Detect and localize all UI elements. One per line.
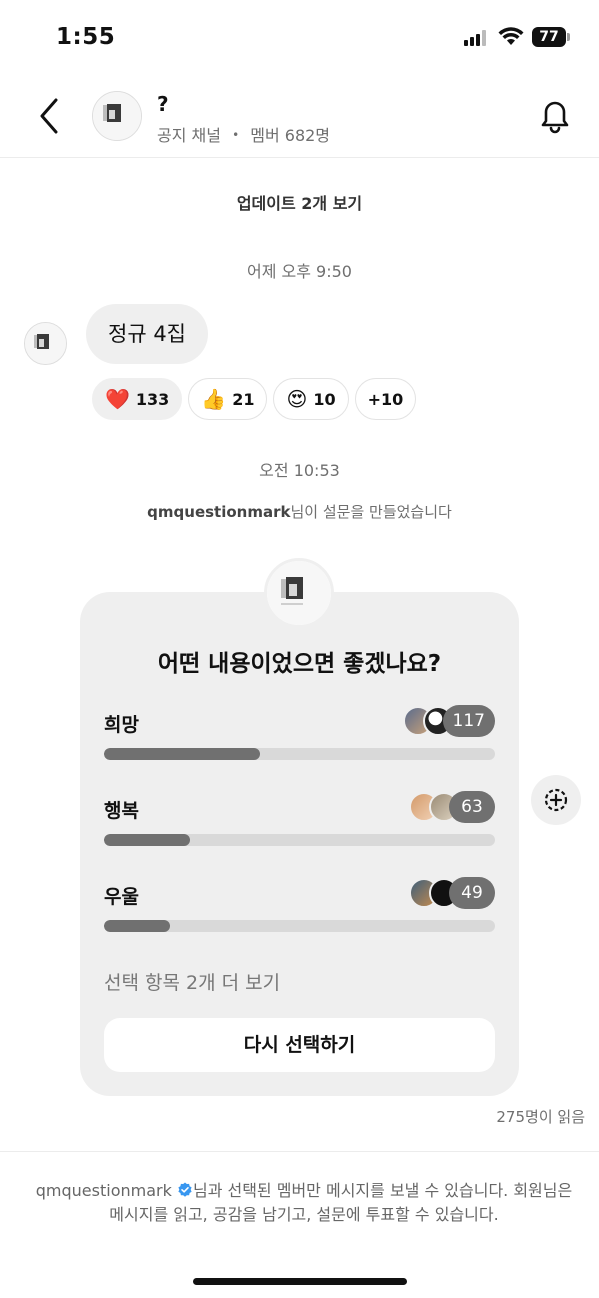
reaction-count: 133: [135, 389, 170, 409]
channel-title[interactable]: ?: [157, 92, 169, 116]
poll-created-notice: qmquestionmark님이 설문을 만들었습니다: [0, 501, 599, 522]
reaction-thumbs-up[interactable]: 👍 21: [188, 378, 268, 420]
status-bar: 1:55 77: [0, 0, 599, 76]
poll-option-fill: [104, 834, 191, 846]
poll-option-fill: [104, 748, 261, 760]
channel-footer: qmquestionmark 님과 선택된 멤버만 메시지를 보낼 수 있습니다…: [0, 1151, 599, 1298]
poll-option-label: 행복: [104, 800, 139, 822]
channel-header: ? 공지 채널 • 멤버 682명: [0, 76, 599, 158]
reaction-heart[interactable]: ❤️ 133: [92, 378, 183, 420]
album-cover-thumbnail: [267, 561, 331, 625]
voter-avatars: 63: [409, 790, 495, 824]
poll-option-bar: [104, 920, 495, 932]
voter-avatars: 49: [409, 876, 495, 910]
revote-button[interactable]: 다시 선택하기: [104, 1018, 495, 1072]
poll-option[interactable]: 희망 117: [104, 704, 495, 774]
heart-eyes-emoji-icon: 😍: [286, 387, 308, 411]
wifi-icon: [498, 27, 524, 45]
poll-timestamp: 오전 10:53: [259, 461, 340, 480]
battery-icon: 77: [532, 27, 570, 47]
poll-option-bar: [104, 834, 495, 846]
footer-creator-name[interactable]: qmquestionmark: [36, 1181, 172, 1200]
heart-emoji-icon: ❤️: [105, 387, 130, 411]
cellular-signal-icon: [464, 30, 490, 46]
bell-icon[interactable]: [535, 96, 575, 136]
back-button[interactable]: [32, 94, 68, 138]
poll-option[interactable]: 행복 63: [104, 790, 495, 860]
poll-option-count: 63: [449, 791, 495, 823]
poll-creator-name[interactable]: qmquestionmark: [147, 503, 290, 521]
poll-option-fill: [104, 920, 171, 932]
album-cover-thumbnail: [93, 92, 141, 140]
poll-option-label: 우울: [104, 886, 139, 908]
battery-level: 77: [532, 27, 566, 47]
read-count: 275명이 읽음: [496, 1108, 585, 1126]
member-count: 멤버 682명: [250, 126, 331, 145]
poll-option-label: 희망: [104, 714, 139, 736]
poll-option-bar: [104, 748, 495, 760]
channel-avatar[interactable]: [92, 91, 142, 141]
message-timestamp: 어제 오후 9:50: [247, 262, 352, 281]
reaction-heart-eyes[interactable]: 😍 10: [273, 378, 349, 420]
album-cover-thumbnail: [25, 323, 66, 364]
more-options-link[interactable]: 선택 항목 2개 더 보기: [104, 968, 280, 995]
home-indicator: [193, 1278, 407, 1285]
reaction-bar: ❤️ 133 👍 21 😍 10 +10: [92, 378, 417, 420]
verified-badge-icon: [178, 1182, 192, 1197]
poll-option-count: 117: [442, 705, 495, 737]
poll-question: 어떤 내용이었으면 좋겠나요?: [157, 651, 442, 677]
reaction-more[interactable]: +10: [354, 378, 417, 420]
poll-notice-text: 님이 설문을 만들었습니다: [290, 503, 452, 521]
subtitle-separator: •: [232, 128, 240, 142]
channel-type: 공지 채널: [157, 126, 221, 145]
status-time: 1:55: [56, 24, 116, 50]
message-bubble[interactable]: 정규 4집: [86, 304, 208, 364]
channel-permission-notice: qmquestionmark 님과 선택된 멤버만 메시지를 보낼 수 있습니다…: [34, 1179, 574, 1227]
sender-avatar[interactable]: [24, 322, 67, 365]
poll-option-count: 49: [449, 877, 495, 909]
add-reaction-icon[interactable]: [531, 775, 581, 825]
view-updates-link[interactable]: 업데이트 2개 보기: [0, 190, 599, 214]
poll-option[interactable]: 우울 49: [104, 876, 495, 946]
channel-subtitle: 공지 채널 • 멤버 682명: [157, 122, 330, 146]
more-reactions-count: +10: [367, 389, 404, 409]
thumbs-up-emoji-icon: 👍: [201, 387, 227, 411]
reaction-count: 10: [313, 389, 336, 409]
poll-creator-avatar[interactable]: [264, 558, 334, 628]
poll-card: 어떤 내용이었으면 좋겠나요? 희망 117 행복 63 우울 49 선택 항목…: [80, 592, 519, 1096]
reaction-count: 21: [232, 389, 255, 409]
voter-avatars: 117: [402, 704, 495, 738]
